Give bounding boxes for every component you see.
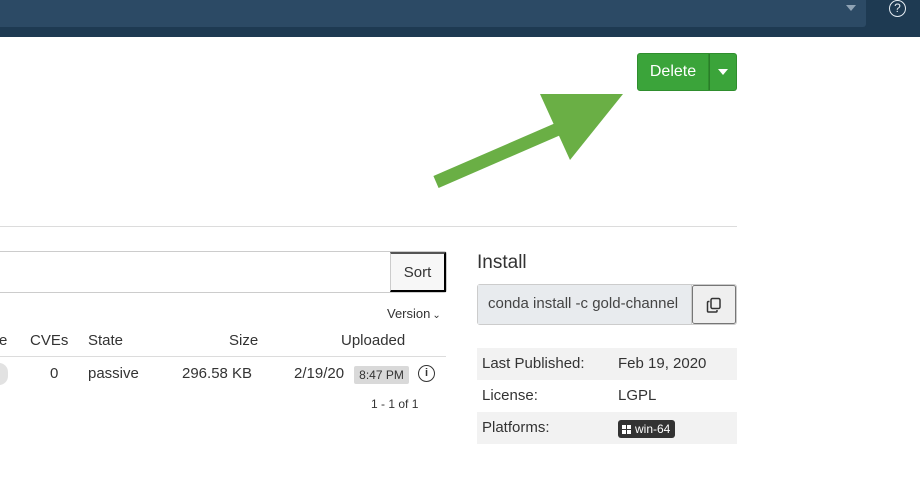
copy-button[interactable]: [692, 285, 736, 324]
pagination-text: 1 - 1 of 1: [371, 397, 419, 411]
platform-badge[interactable]: win-64: [618, 420, 676, 438]
column-header-cves[interactable]: CVEs: [30, 332, 68, 349]
meta-license: License: LGPL: [477, 380, 737, 412]
sort-button[interactable]: Sort: [390, 252, 446, 292]
install-command-box: conda install -c gold-channel: [477, 284, 737, 325]
cell-state: passive: [88, 365, 139, 382]
channel-select[interactable]: [0, 0, 866, 27]
caret-down-icon: [718, 69, 728, 75]
info-icon[interactable]: i: [418, 365, 435, 382]
delete-button-group: Delete: [637, 53, 737, 91]
chevron-down-icon: ⌄: [432, 310, 441, 321]
upload-time-badge: 8:47 PM: [354, 366, 409, 384]
status-pill: [0, 363, 8, 385]
meta-last-published: Last Published: Feb 19, 2020: [477, 348, 737, 380]
table-header-divider: [0, 356, 446, 357]
help-icon[interactable]: ?: [889, 0, 906, 17]
section-divider: [0, 226, 737, 227]
windows-icon: [622, 424, 631, 434]
delete-button[interactable]: Delete: [637, 53, 709, 91]
platforms-label: Platforms:: [482, 419, 550, 436]
files-search-input[interactable]: Sort: [0, 251, 447, 293]
copy-icon: [706, 297, 721, 313]
column-header-partial: e: [0, 332, 8, 349]
column-header-uploaded[interactable]: Uploaded: [341, 332, 405, 349]
arrow-pointer-icon: [433, 94, 623, 188]
delete-dropdown-toggle[interactable]: [709, 53, 737, 91]
license-label: License:: [482, 387, 538, 404]
column-header-size[interactable]: Size: [229, 332, 258, 349]
version-sort-label: Version: [387, 306, 431, 321]
top-bar: ?: [0, 0, 920, 37]
last-published-label: Last Published:: [482, 355, 585, 372]
cell-cves: 0: [50, 365, 59, 382]
last-published-value: Feb 19, 2020: [618, 355, 707, 372]
version-sort-dropdown[interactable]: Version ⌄: [387, 306, 441, 321]
license-value: LGPL: [618, 387, 657, 404]
chevron-down-icon[interactable]: [846, 5, 856, 11]
cell-upload-date: 2/19/20: [294, 365, 345, 382]
install-command-field[interactable]: conda install -c gold-channel: [478, 285, 693, 324]
platform-name: win-64: [635, 422, 671, 436]
cell-size: 296.58 KB: [182, 365, 253, 382]
install-title: Install: [477, 252, 527, 273]
column-header-state[interactable]: State: [88, 332, 123, 349]
meta-platforms: Platforms: win-64: [477, 412, 737, 444]
